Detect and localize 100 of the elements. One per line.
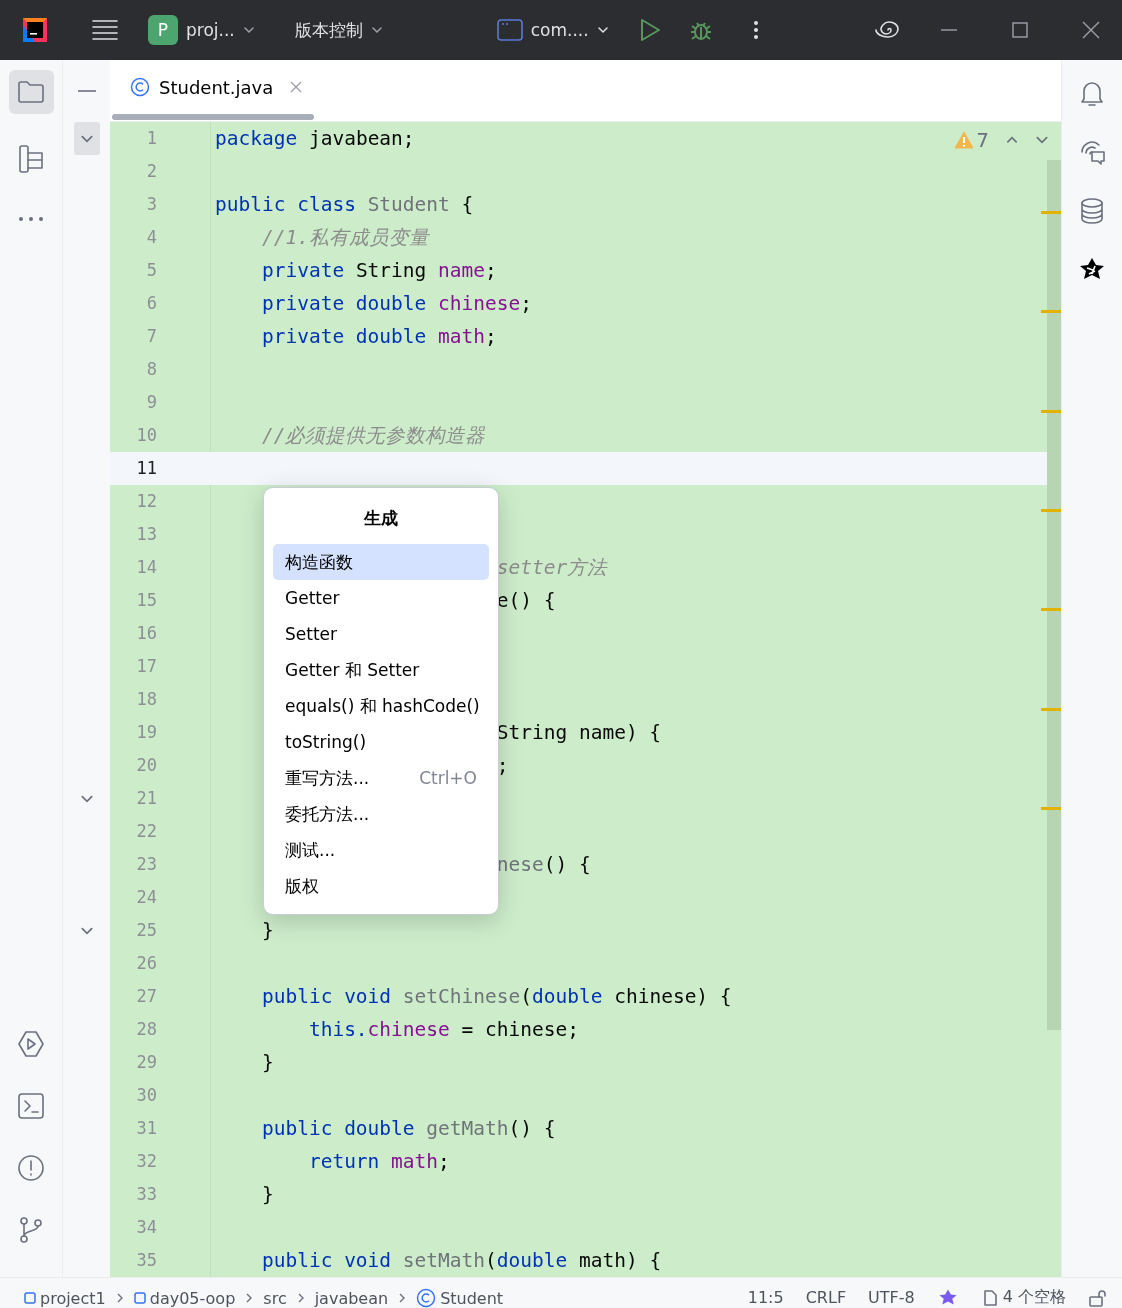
- breadcrumb[interactable]: src: [263, 1288, 287, 1308]
- warning-marker[interactable]: [1041, 707, 1061, 711]
- line-number: 31: [135, 1117, 158, 1140]
- minimize-icon[interactable]: [77, 90, 96, 92]
- vcs-menu[interactable]: 版本控制: [294, 18, 383, 42]
- line-number: 23: [135, 853, 158, 876]
- minimize-icon[interactable]: [940, 29, 957, 31]
- app-logo-icon[interactable]: [22, 17, 48, 43]
- breadcrumb[interactable]: day05-oop: [133, 1288, 236, 1308]
- close-icon[interactable]: [290, 81, 303, 93]
- chevron-down-icon: [596, 24, 609, 36]
- chevron-down-icon: [242, 24, 255, 36]
- line-number: 12: [135, 490, 158, 513]
- problems-icon[interactable]: [17, 1154, 45, 1182]
- run-configuration[interactable]: com....: [496, 19, 609, 41]
- structure-icon[interactable]: [18, 144, 44, 174]
- module-icon: [133, 1292, 146, 1304]
- warning-marker[interactable]: [1041, 806, 1061, 810]
- line-number: 5: [145, 259, 158, 282]
- lock-icon[interactable]: [1088, 1288, 1108, 1307]
- menu-item[interactable]: Getter: [273, 580, 489, 616]
- warning-marker[interactable]: [1041, 608, 1061, 612]
- warning-marker[interactable]: [1041, 211, 1061, 214]
- line-number: 8: [145, 358, 158, 381]
- caret-position[interactable]: 11:5: [747, 1288, 784, 1307]
- line-number: 29: [135, 1051, 158, 1074]
- line-number: 34: [135, 1216, 158, 1239]
- maximize-icon[interactable]: [1011, 22, 1028, 38]
- code-line: package javabean;: [215, 126, 415, 152]
- warning-marker[interactable]: [1041, 310, 1061, 314]
- chevron-right-icon: [398, 1292, 407, 1304]
- code-line: }: [261, 918, 274, 944]
- line-number: 10: [135, 424, 158, 447]
- more-icon[interactable]: [752, 20, 759, 40]
- line-number: 27: [135, 985, 158, 1008]
- scrollbar[interactable]: [1047, 160, 1061, 1030]
- line-number: 21: [135, 787, 158, 810]
- line-number: 2: [145, 160, 158, 183]
- line-number: 17: [135, 655, 158, 678]
- code-line: }: [261, 1182, 274, 1208]
- line-number: 35: [135, 1249, 158, 1272]
- menu-item[interactable]: toString(): [273, 724, 489, 760]
- chevron-right-icon: [245, 1292, 254, 1304]
- indent-setting[interactable]: 4 个空格: [980, 1287, 1066, 1308]
- menu-item[interactable]: 测试...: [273, 832, 489, 868]
- project-selector[interactable]: P proj...: [148, 15, 255, 45]
- project-tool-button[interactable]: [8, 70, 54, 114]
- menu-item[interactable]: Getter 和 Setter: [273, 652, 489, 688]
- line-number: 25: [135, 919, 158, 942]
- database-icon[interactable]: [1078, 197, 1106, 225]
- tab-scrollbar[interactable]: [112, 114, 314, 120]
- line-number: 18: [135, 688, 158, 711]
- warning-marker[interactable]: [1041, 508, 1061, 512]
- terminal-icon[interactable]: [17, 1092, 45, 1120]
- code-line: this.chinese = chinese;: [308, 1017, 579, 1043]
- class-icon: [416, 1288, 437, 1308]
- folder-icon: [17, 80, 45, 104]
- run-icon[interactable]: [638, 18, 661, 42]
- window-icon: [496, 19, 523, 41]
- breadcrumb[interactable]: javabean: [314, 1288, 389, 1308]
- menu-item[interactable]: 版权: [273, 868, 489, 904]
- code-line: }: [261, 1050, 274, 1076]
- menu-icon[interactable]: [92, 19, 118, 41]
- git-branch-icon[interactable]: [17, 1216, 45, 1244]
- menu-item[interactable]: 重写方法... Ctrl+O: [273, 760, 489, 796]
- code-line: public void setMath(double math) {: [261, 1248, 662, 1274]
- menu-item[interactable]: Setter: [273, 616, 489, 652]
- line-number: 28: [135, 1018, 158, 1041]
- line-number: 3: [145, 193, 158, 216]
- popup-title: 生成: [363, 507, 399, 530]
- close-icon[interactable]: [1081, 21, 1100, 39]
- code-line: public double getMath() {: [261, 1116, 556, 1142]
- breadcrumb[interactable]: Student: [416, 1288, 504, 1308]
- class-icon: [130, 77, 150, 97]
- file-encoding[interactable]: UTF-8: [868, 1288, 915, 1307]
- warning-marker[interactable]: [1041, 409, 1061, 413]
- code-line: nese() {: [496, 852, 591, 878]
- code-line: //1.私有成员变量: [261, 225, 429, 251]
- line-number: 11: [135, 457, 158, 480]
- menu-item[interactable]: 委托方法...: [273, 796, 489, 832]
- run-icon[interactable]: [17, 1030, 45, 1058]
- line-number: 33: [135, 1183, 158, 1206]
- more-icon[interactable]: [18, 216, 44, 222]
- code-line: public void setChinese(double chinese) {: [261, 984, 732, 1010]
- menu-item[interactable]: equals() 和 hashCode(): [273, 688, 489, 724]
- notifications-icon[interactable]: [1078, 79, 1106, 107]
- code-line: public class Student {: [215, 192, 474, 218]
- line-ending[interactable]: CRLF: [805, 1288, 847, 1307]
- line-number: 6: [145, 292, 158, 315]
- line-number: 26: [135, 952, 158, 975]
- line-number: 30: [135, 1084, 158, 1107]
- code-line: String name) {: [496, 720, 662, 746]
- module-icon: [24, 1292, 36, 1304]
- code-line: //必须提供无参数构造器: [261, 423, 486, 449]
- menu-item[interactable]: 构造函数: [273, 544, 489, 580]
- chevron-down-icon: [370, 24, 383, 36]
- chat-icon[interactable]: [1078, 138, 1106, 166]
- line-number: 7: [145, 325, 158, 348]
- breadcrumb[interactable]: project1: [24, 1288, 106, 1308]
- warning-count[interactable]: 7: [954, 128, 989, 152]
